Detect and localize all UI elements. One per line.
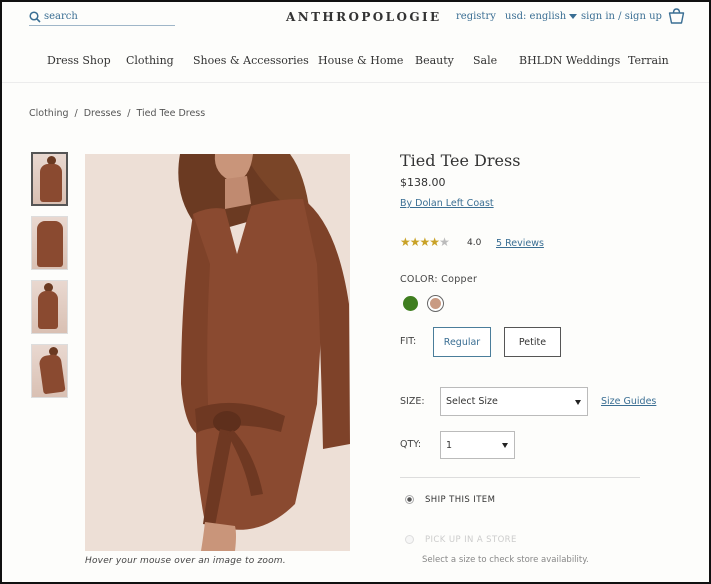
ship-option-label[interactable]: SHIP THIS ITEM [425,495,495,505]
dress-photo [85,154,350,551]
thumbnail-1[interactable] [31,152,68,206]
currency-label: usd: english [505,11,567,22]
fit-petite-button[interactable]: Petite [504,327,561,357]
nav-item-beauty[interactable]: Beauty [415,54,454,67]
chevron-down-icon [569,14,578,19]
color-swatch-green[interactable] [403,296,418,311]
nav-item-bhldn-weddings[interactable]: BHLDN Weddings [519,54,620,67]
search-icon[interactable] [29,10,41,23]
star-icon: ★ [429,235,440,249]
delivery-divider [400,477,640,478]
breadcrumb-current: Tied Tee Dress [136,108,206,119]
product-price: $138.00 [400,176,446,189]
size-guides-link[interactable]: Size Guides [601,396,656,407]
zoom-hint: Hover your mouse over an image to zoom. [85,556,286,566]
reviews-link[interactable]: 5 Reviews [496,238,544,249]
pickup-option-label[interactable]: PICK UP IN A STORE [425,535,517,545]
fit-regular-button[interactable]: Regular [433,327,491,357]
ship-radio[interactable] [405,495,414,504]
qty-select-value: 1 [446,439,453,451]
color-label: COLOR: Copper [400,274,478,285]
nav-item-shoes-accessories[interactable]: Shoes & Accessories [193,54,309,67]
shopping-bag-icon[interactable] [668,8,685,24]
header-divider [2,82,709,83]
thumbnail-4[interactable] [31,344,68,398]
main-nav: Dress Shop Clothing Shoes & Accessories … [2,54,709,70]
nav-item-sale[interactable]: Sale [473,54,497,67]
brand-logo[interactable]: ANTHROPOLOGIE [286,10,442,24]
qty-select[interactable]: 1 [440,431,515,459]
size-select-value: Select Size [446,396,498,407]
qty-label: QTY: [400,439,422,450]
thumbnail-3[interactable] [31,280,68,334]
size-label: SIZE: [400,396,425,407]
rating-stars: ★★★★★ [400,235,450,249]
product-main-image[interactable] [85,154,350,551]
search-bar[interactable] [29,8,175,26]
chevron-down-icon [575,399,581,405]
registry-link[interactable]: registry [456,11,496,22]
pickup-radio[interactable] [405,535,414,544]
nav-item-dress-shop[interactable]: Dress Shop [47,54,111,67]
brand-link[interactable]: By Dolan Left Coast [400,198,494,209]
chevron-down-icon [502,443,508,448]
size-select[interactable]: Select Size [440,387,588,416]
breadcrumb-dresses[interactable]: Dresses [84,108,122,119]
pickup-note: Select a size to check store availabilit… [422,555,589,565]
page-frame: ANTHROPOLOGIE registry usd: english sign… [0,0,711,584]
fit-label: FIT: [400,336,417,347]
currency-selector[interactable]: usd: english [505,11,578,22]
product-title: Tied Tee Dress [400,151,521,170]
star-icon: ★ [409,235,421,249]
nav-item-clothing[interactable]: Clothing [126,54,174,67]
star-icon: ★ [400,235,411,249]
nav-item-terrain[interactable]: Terrain [628,54,669,67]
breadcrumb-clothing[interactable]: Clothing [29,108,69,119]
star-icon: ★ [419,235,431,249]
breadcrumb: Clothing / Dresses / Tied Tee Dress [29,108,206,119]
thumbnail-2[interactable] [31,216,68,270]
search-input[interactable] [44,11,164,22]
signin-link[interactable]: sign in / sign up [581,11,662,22]
rating-value: 4.0 [467,238,482,248]
color-swatch-copper[interactable] [428,296,443,311]
nav-item-house-home[interactable]: House & Home [318,54,403,67]
star-empty-icon: ★ [439,235,450,249]
